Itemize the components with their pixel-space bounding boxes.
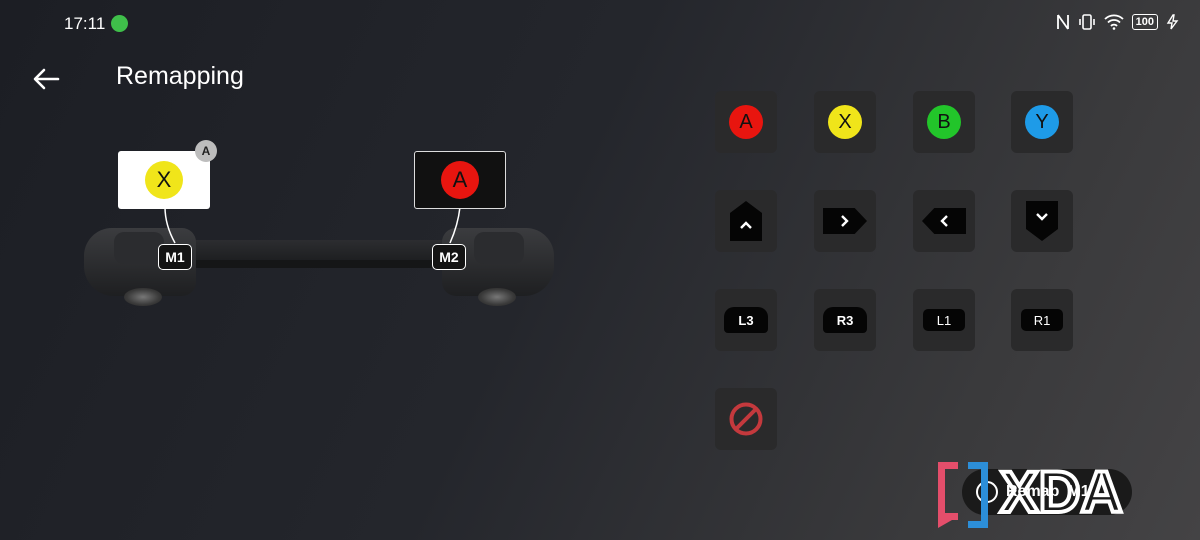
wifi-icon bbox=[1104, 14, 1124, 30]
left-stick bbox=[124, 288, 162, 306]
option-l1-button[interactable]: L1 bbox=[913, 289, 975, 351]
status-icons: 100 bbox=[1056, 13, 1180, 31]
battery-icon: 100 bbox=[1131, 14, 1158, 30]
chevron-down-icon bbox=[1036, 213, 1048, 221]
m1-label[interactable]: M1 bbox=[158, 244, 192, 270]
option-x-button[interactable]: X bbox=[814, 91, 876, 153]
back-button[interactable] bbox=[30, 63, 62, 95]
status-time: 17:11 bbox=[64, 14, 106, 33]
option-l3-button[interactable]: L3 bbox=[715, 289, 777, 351]
nfc-icon bbox=[1056, 14, 1069, 30]
chevron-up-icon bbox=[740, 221, 752, 229]
m1-callout-line bbox=[164, 206, 176, 244]
option-b-button[interactable]: B bbox=[913, 91, 975, 153]
dpad-left-icon bbox=[922, 208, 966, 234]
r1-icon: R1 bbox=[1021, 309, 1063, 331]
chevron-left-icon bbox=[940, 215, 948, 227]
l3-icon: L3 bbox=[724, 307, 768, 333]
option-disable-button[interactable] bbox=[715, 388, 777, 450]
option-dpad-left[interactable] bbox=[913, 190, 975, 252]
m2-mapping-card[interactable]: A bbox=[414, 151, 506, 209]
right-stick bbox=[478, 288, 516, 306]
charging-icon bbox=[1166, 14, 1179, 30]
notification-app-icon bbox=[111, 15, 128, 32]
m1-target-button: X bbox=[145, 161, 183, 199]
option-dpad-up[interactable] bbox=[715, 190, 777, 252]
xda-watermark-logo: XDA bbox=[938, 458, 1124, 528]
m1-original-badge: A bbox=[195, 140, 217, 162]
x-button-icon: X bbox=[828, 105, 862, 139]
option-dpad-right[interactable] bbox=[814, 190, 876, 252]
page-title: Remapping bbox=[116, 62, 244, 90]
a-button-icon: A bbox=[729, 105, 763, 139]
m2-callout-line bbox=[449, 206, 461, 244]
right-back-paddle bbox=[474, 232, 524, 264]
m2-label[interactable]: M2 bbox=[432, 244, 466, 270]
r3-icon: R3 bbox=[823, 307, 867, 333]
l1-icon: L1 bbox=[923, 309, 965, 331]
back-arrow-icon bbox=[33, 68, 60, 90]
b-button-icon: B bbox=[927, 105, 961, 139]
option-r1-button[interactable]: R1 bbox=[1011, 289, 1073, 351]
chevron-right-icon bbox=[841, 215, 849, 227]
xda-watermark-text: XDA bbox=[1000, 460, 1122, 525]
option-r3-button[interactable]: R3 bbox=[814, 289, 876, 351]
dpad-right-icon bbox=[823, 208, 867, 234]
y-button-icon: Y bbox=[1025, 105, 1059, 139]
dpad-down-icon bbox=[1026, 201, 1058, 241]
controller-bridge-lower bbox=[179, 260, 459, 268]
vibrate-icon bbox=[1078, 14, 1095, 30]
prohibited-icon bbox=[729, 402, 763, 436]
status-bar: 17:11 100 bbox=[0, 0, 1200, 48]
option-a-button[interactable]: A bbox=[715, 91, 777, 153]
option-y-button[interactable]: Y bbox=[1011, 91, 1073, 153]
dpad-up-icon bbox=[730, 201, 762, 241]
m1-mapping-card[interactable]: X bbox=[118, 151, 210, 209]
option-dpad-down[interactable] bbox=[1011, 190, 1073, 252]
m2-target-button: A bbox=[441, 161, 479, 199]
